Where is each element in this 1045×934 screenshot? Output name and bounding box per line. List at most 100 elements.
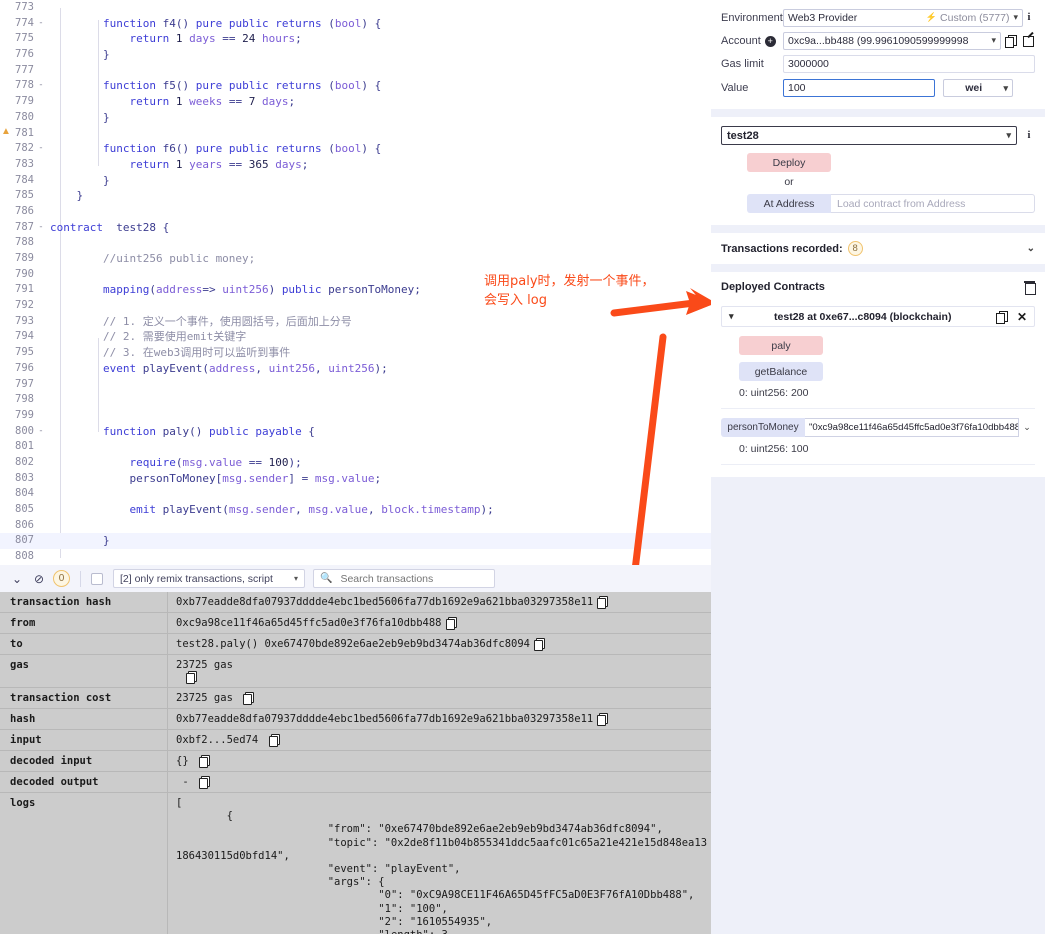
info-icon[interactable]: i — [1023, 12, 1035, 23]
line-number: 801 — [15, 440, 34, 453]
deploy-run-panel[interactable]: Environment Web3 Provider ⚡ Custom (5777… — [711, 0, 1045, 934]
copy-icon[interactable] — [268, 734, 280, 747]
code-text: emit playEvent(msg.sender, msg.value, bl… — [129, 503, 494, 516]
gas-limit-row[interactable]: Gas limit 3000000 — [721, 52, 1035, 75]
copy-icon[interactable] — [534, 638, 546, 651]
account-select[interactable]: 0xc9a...bb488 (99.9961090599999998 ▾ — [783, 31, 1001, 50]
value-input[interactable]: 100 — [783, 79, 935, 97]
ban-icon[interactable]: ⊘ — [28, 572, 50, 586]
transaction-filter-select[interactable]: [2] only remix transactions, script ▾ — [113, 569, 305, 588]
transactions-recorded-label: Transactions recorded: — [721, 242, 843, 255]
code-line[interactable]: 782- function f6() pure public returns (… — [0, 141, 711, 157]
chevron-down-icon[interactable]: ⌄ — [6, 572, 28, 586]
listen-network-checkbox[interactable] — [91, 572, 103, 585]
persontomoney-row[interactable]: personToMoney "0xc9a98ce11f46a65d45ffc5a… — [721, 418, 1035, 437]
value-row[interactable]: Value 100 wei ▾ — [721, 75, 1035, 101]
code-line[interactable]: 785 } — [0, 188, 711, 204]
contract-selected: test28 — [727, 129, 759, 142]
search-input[interactable] — [338, 571, 479, 586]
copy-icon[interactable] — [198, 755, 210, 768]
code-line[interactable]: 786 — [0, 204, 711, 220]
code-line[interactable]: 783 return 1 years == 365 days; — [0, 157, 711, 173]
code-line[interactable]: 799 — [0, 408, 711, 424]
code-line[interactable]: 802 require(msg.value == 100); — [0, 455, 711, 471]
environment-row[interactable]: Environment Web3 Provider ⚡ Custom (5777… — [721, 6, 1035, 29]
fold-toggle-icon[interactable]: - — [36, 16, 46, 32]
copy-icon[interactable] — [597, 713, 609, 726]
gas-limit-input[interactable]: 3000000 — [783, 54, 1035, 73]
close-icon[interactable]: ✕ — [1017, 310, 1027, 324]
plus-circle-icon[interactable]: + — [764, 35, 776, 47]
code-line[interactable]: 774- function f4() pure public returns (… — [0, 16, 711, 32]
code-line[interactable]: 794 // 2. 需要使用emit关键字 — [0, 329, 711, 345]
terminal-panel[interactable]: ⌄ ⊘ 0 [2] only remix transactions, scrip… — [0, 565, 711, 934]
copy-icon[interactable] — [198, 776, 210, 789]
table-row: decoded input{} — [0, 751, 711, 772]
copy-icon[interactable] — [186, 671, 198, 684]
line-number: 793 — [15, 314, 34, 327]
copy-icon[interactable] — [445, 617, 457, 630]
code-line[interactable]: 780 } — [0, 110, 711, 126]
code-line[interactable]: 777 — [0, 63, 711, 79]
fold-toggle-icon[interactable]: - — [36, 141, 46, 157]
info-icon[interactable]: i — [1023, 130, 1035, 141]
code-line[interactable]: 797 — [0, 377, 711, 393]
fold-toggle-icon[interactable]: - — [36, 78, 46, 94]
persontomoney-arg-input[interactable]: "0xc9a98ce11f46a65d45ffc5ad0e3f76fa10dbb… — [805, 418, 1019, 437]
fold-toggle-icon[interactable]: - — [36, 424, 46, 440]
value-unit-select[interactable]: wei ▾ — [943, 79, 1013, 97]
code-line[interactable]: 781 — [0, 126, 711, 142]
function-persontomoney-button[interactable]: personToMoney — [721, 418, 805, 437]
code-line[interactable]: 796 event playEvent(address, uint256, ui… — [0, 361, 711, 377]
edit-icon[interactable] — [1022, 34, 1035, 47]
code-line[interactable]: 807 } — [0, 533, 711, 550]
code-line[interactable]: 800- function paly() public payable { — [0, 424, 711, 440]
code-line[interactable]: 779 return 1 weeks == 7 days; — [0, 94, 711, 110]
copy-icon[interactable] — [243, 692, 255, 705]
code-line[interactable]: 789 //uint256 public money; — [0, 251, 711, 267]
function-paly-button[interactable]: paly — [739, 336, 823, 355]
table-row: to test28.paly() 0xe67470bde892e6ae2eb9eb… — [0, 634, 711, 655]
search-transactions-box[interactable]: 🔍 — [313, 569, 495, 588]
copy-icon[interactable] — [1005, 34, 1018, 48]
chevron-down-icon[interactable]: ⌄ — [1019, 418, 1035, 437]
deploy-button[interactable]: Deploy — [747, 153, 831, 172]
line-number: 796 — [15, 361, 34, 374]
or-label: or — [784, 176, 794, 188]
code-line[interactable]: 793 // 1. 定义一个事件，使用圆括号，后面加上分号 — [0, 314, 711, 330]
line-number: 794 — [15, 330, 34, 343]
environment-select[interactable]: Web3 Provider ⚡ Custom (5777) ▾ — [783, 8, 1023, 27]
account-row[interactable]: Account + 0xc9a...bb488 (99.9961090599999… — [721, 29, 1035, 52]
row-key: gas — [0, 655, 168, 687]
contract-instance-header[interactable]: ▾ test28 at 0xe67...c8094 (blockchain) ✕ — [721, 306, 1035, 327]
line-number: 785 — [15, 189, 34, 202]
contract-select[interactable]: test28 ▾ — [721, 126, 1017, 145]
copy-icon[interactable] — [597, 596, 609, 609]
code-line[interactable]: 776 } — [0, 47, 711, 63]
code-line[interactable]: 801 — [0, 439, 711, 455]
fold-toggle-icon[interactable]: - — [36, 220, 46, 236]
code-line[interactable]: 805 emit playEvent(msg.sender, msg.value… — [0, 502, 711, 518]
function-getbalance-button[interactable]: getBalance — [739, 362, 823, 381]
at-address-button[interactable]: At Address — [747, 194, 831, 213]
code-line[interactable]: 778- function f5() pure public returns (… — [0, 78, 711, 94]
code-line[interactable]: 784 } — [0, 173, 711, 189]
trash-icon[interactable] — [1024, 281, 1036, 295]
code-line[interactable]: 773 — [0, 0, 711, 16]
at-address-input[interactable]: Load contract from Address — [831, 194, 1035, 213]
line-number: 804 — [15, 487, 34, 500]
value-label: Value — [721, 82, 749, 94]
code-line[interactable]: 803 personToMoney[msg.sender] = msg.valu… — [0, 471, 711, 487]
transactions-recorded-section[interactable]: Transactions recorded: 8 ⌄ — [711, 233, 1045, 264]
copy-icon[interactable] — [995, 310, 1009, 324]
code-line[interactable]: 808 — [0, 549, 711, 565]
code-line[interactable]: 806 — [0, 518, 711, 534]
code-line[interactable]: 775 return 1 days == 24 hours; — [0, 31, 711, 47]
code-line[interactable]: 804 — [0, 486, 711, 502]
code-line[interactable]: 787- contract test28 { — [0, 220, 711, 236]
code-line[interactable]: 788 — [0, 235, 711, 251]
chevron-down-icon[interactable]: ⌄ — [1027, 243, 1035, 254]
code-line[interactable]: 798 — [0, 392, 711, 408]
code-line[interactable]: 795 // 3. 在web3调用时可以监听到事件 — [0, 345, 711, 361]
terminal-toolbar[interactable]: ⌄ ⊘ 0 [2] only remix transactions, scrip… — [0, 565, 711, 592]
